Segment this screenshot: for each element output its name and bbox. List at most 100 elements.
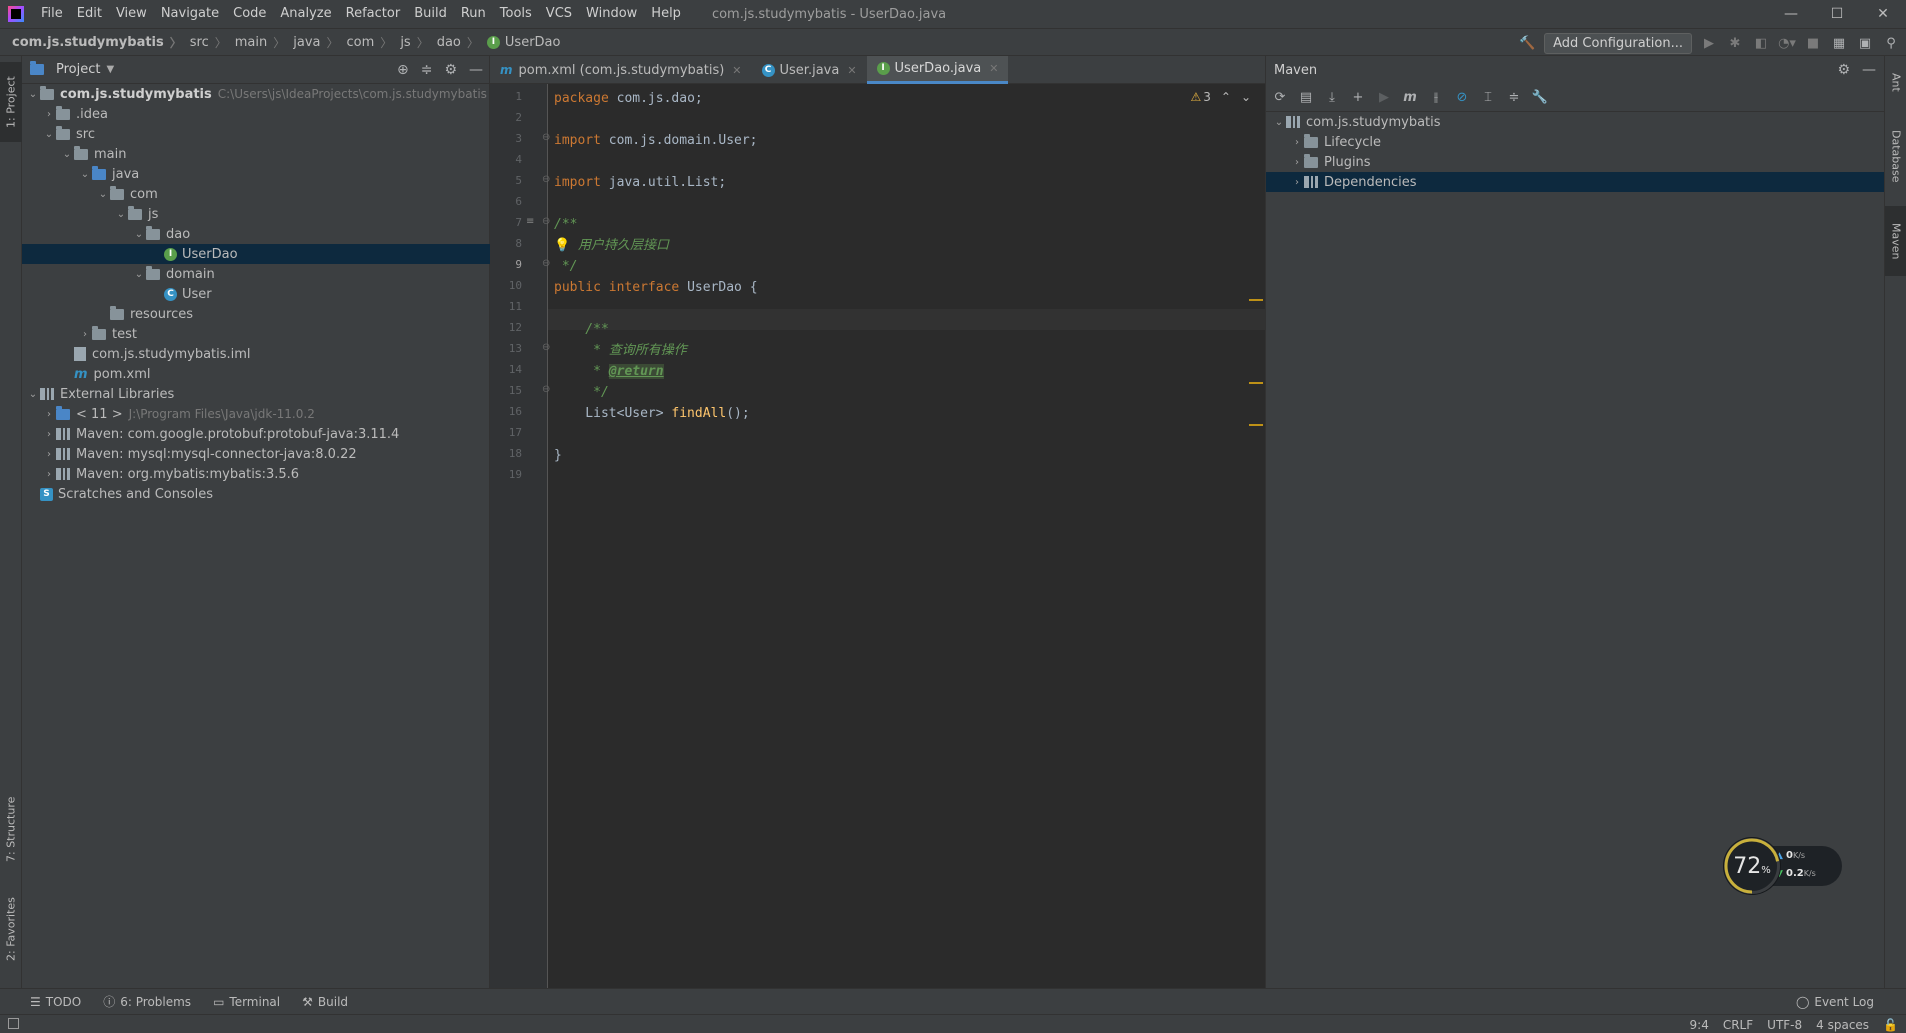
build-tool-button[interactable]: ⚒ Build [302, 995, 348, 1009]
problems-tool-button[interactable]: ⓘ 6: Problems [103, 993, 191, 1010]
toggle-offline-icon[interactable]: ⫲ [1428, 90, 1444, 106]
menu-run[interactable]: Run [454, 0, 493, 28]
tree-item-userdao[interactable]: I UserDao [22, 244, 490, 264]
todo-tool-button[interactable]: ☰ TODO [30, 995, 81, 1009]
search-icon[interactable]: ⚲ [1882, 34, 1900, 52]
chevron-right-icon[interactable]: › [42, 449, 56, 460]
lightbulb-icon[interactable]: 💡 [554, 238, 570, 253]
chevron-down-icon[interactable]: ⌄ [114, 209, 128, 220]
terminal-tool-button[interactable]: ▭ Terminal [213, 995, 280, 1009]
fold-marker-icon[interactable]: ⊖ [542, 216, 550, 227]
chevron-right-icon[interactable]: › [42, 469, 56, 480]
tree-item-src[interactable]: ⌄ src [22, 124, 490, 144]
chevron-down-icon[interactable]: ⌄ [26, 89, 40, 100]
add-configuration-button[interactable]: Add Configuration... [1544, 32, 1692, 54]
profile-icon[interactable]: ◔▾ [1778, 34, 1796, 52]
maven-item-dependencies[interactable]: › Dependencies [1266, 172, 1884, 192]
menu-code[interactable]: Code [226, 0, 273, 28]
tree-item-test[interactable]: › test [22, 324, 490, 344]
coverage-icon[interactable]: ◧ [1752, 34, 1770, 52]
stop-icon[interactable]: ■ [1804, 34, 1822, 52]
breadcrumb-project[interactable]: com.js.studymybatis 〉 [0, 34, 184, 51]
reader-mode-icon[interactable]: ≡ [526, 216, 534, 227]
tree-item-lib-protobuf[interactable]: › Maven: com.google.protobuf:protobuf-ja… [22, 424, 490, 444]
collapse-all-icon[interactable]: ≑ [1506, 90, 1522, 106]
ant-tool-button[interactable]: Ant [1885, 60, 1906, 104]
show-dependencies-icon[interactable]: ⌶ [1480, 90, 1496, 106]
menu-refactor[interactable]: Refactor [339, 0, 408, 28]
event-log-button[interactable]: ◯ Event Log [1796, 989, 1874, 1015]
favorites-tool-button[interactable]: 2: Favorites [0, 884, 22, 974]
tree-item-jdk[interactable]: › < 11 > J:\Program Files\Java\jdk-11.0.… [22, 404, 490, 424]
close-icon[interactable]: ✕ [847, 64, 856, 77]
maven-item-plugins[interactable]: › Plugins [1266, 152, 1884, 172]
breadcrumb-java[interactable]: java 〉 [287, 34, 340, 51]
build-hammer-icon[interactable]: 🔨 [1518, 34, 1536, 52]
menu-tools[interactable]: Tools [493, 0, 539, 28]
fold-marker-icon[interactable]: ⊖ [542, 384, 550, 395]
tree-item-idea[interactable]: › .idea [22, 104, 490, 124]
menu-edit[interactable]: Edit [70, 0, 109, 28]
chevron-right-icon[interactable]: › [1290, 137, 1304, 148]
project-tool-button[interactable]: 1: Project [0, 62, 22, 142]
breadcrumb-com[interactable]: com 〉 [341, 34, 395, 51]
project-view-dropdown[interactable]: Project [56, 62, 100, 77]
tree-item-resources[interactable]: resources [22, 304, 490, 324]
fold-marker-icon[interactable]: ⊖ [542, 132, 550, 143]
tool-windows-toggle-icon[interactable] [8, 1018, 19, 1029]
chevron-down-icon[interactable]: ⌄ [132, 229, 146, 240]
line-separator[interactable]: CRLF [1723, 1018, 1753, 1032]
warning-stripe-mark[interactable] [1249, 382, 1263, 384]
inspection-widget[interactable]: ⚠ 3 ⌃ ⌄ [1190, 90, 1251, 104]
wrench-icon[interactable]: 🔧 [1532, 90, 1548, 106]
menu-vcs[interactable]: VCS [539, 0, 579, 28]
chevron-down-icon[interactable]: ⌄ [78, 169, 92, 180]
add-icon[interactable]: + [1350, 90, 1366, 106]
database-tool-button[interactable]: Database [1885, 118, 1906, 194]
tree-item-lib-mybatis[interactable]: › Maven: org.mybatis:mybatis:3.5.6 [22, 464, 490, 484]
indent-setting[interactable]: 4 spaces [1816, 1018, 1869, 1032]
menu-analyze[interactable]: Analyze [273, 0, 338, 28]
chevron-up-icon[interactable]: ⌃ [1221, 90, 1231, 104]
maven-goal-icon[interactable]: m [1402, 90, 1418, 106]
chevron-right-icon[interactable]: › [1290, 157, 1304, 168]
warning-stripe-mark[interactable] [1249, 299, 1263, 301]
chevron-down-icon[interactable]: ⌄ [60, 149, 74, 160]
close-window-button[interactable]: ✕ [1860, 0, 1906, 28]
tab-userdao-java[interactable]: I UserDao.java ✕ [866, 56, 1009, 84]
chevron-down-icon[interactable]: ⌄ [26, 389, 40, 400]
tree-item-project-root[interactable]: ⌄ com.js.studymybatis C:\Users\js\IdeaPr… [22, 84, 490, 104]
tree-item-iml[interactable]: com.js.studymybatis.iml [22, 344, 490, 364]
tree-item-com[interactable]: ⌄ com [22, 184, 490, 204]
menu-view[interactable]: View [109, 0, 154, 28]
chevron-down-icon[interactable]: ⌄ [1241, 90, 1251, 104]
run-icon[interactable]: ▶ [1376, 90, 1392, 106]
chevron-right-icon[interactable]: › [42, 109, 56, 120]
menu-navigate[interactable]: Navigate [154, 0, 226, 28]
reload-icon[interactable]: ⟳ [1272, 90, 1288, 106]
menu-help[interactable]: Help [644, 0, 688, 28]
breadcrumb-src[interactable]: src 〉 [184, 34, 229, 51]
chevron-down-icon[interactable]: ⌄ [96, 189, 110, 200]
chevron-down-icon[interactable]: ⌄ [132, 269, 146, 280]
collapse-all-icon[interactable]: ≑ [421, 62, 433, 78]
tree-item-user[interactable]: C User [22, 284, 490, 304]
hide-panel-icon[interactable]: — [1862, 62, 1876, 78]
minimize-button[interactable]: — [1768, 0, 1814, 28]
breadcrumb-dao[interactable]: dao 〉 [431, 34, 481, 51]
maximize-button[interactable]: ☐ [1814, 0, 1860, 28]
layout-icon[interactable]: ▣ [1856, 34, 1874, 52]
chevron-down-icon[interactable]: ⌄ [42, 129, 56, 140]
gear-icon[interactable]: ⚙ [1837, 62, 1850, 78]
download-icon[interactable]: ⤓ [1324, 90, 1340, 106]
chevron-right-icon[interactable]: › [1290, 177, 1304, 188]
debug-icon[interactable]: ✱ [1726, 34, 1744, 52]
chevron-down-icon[interactable]: ▼ [106, 64, 114, 75]
file-encoding[interactable]: UTF-8 [1767, 1018, 1802, 1032]
chevron-down-icon[interactable]: ⌄ [1272, 117, 1286, 128]
menu-build[interactable]: Build [407, 0, 454, 28]
tree-item-pom[interactable]: m pom.xml [22, 364, 490, 384]
breadcrumb-userdao[interactable]: I UserDao [481, 35, 560, 50]
tab-user-java[interactable]: C User.java ✕ [752, 56, 867, 84]
fold-marker-icon[interactable]: ⊖ [542, 342, 550, 353]
